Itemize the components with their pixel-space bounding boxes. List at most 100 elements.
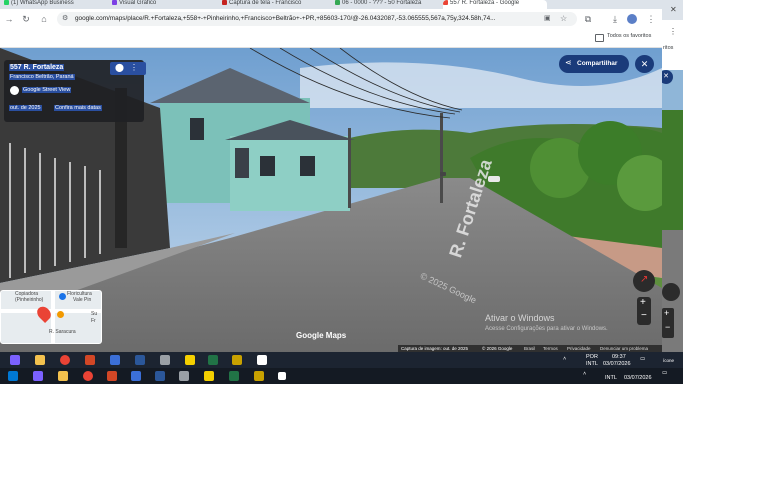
bookmarks-bar: Todos os favoritos	[0, 29, 662, 48]
reload-button[interactable]: ↻	[20, 13, 32, 25]
menu-dots-icon[interactable]: ⋮	[130, 63, 138, 72]
bookmark-star-icon[interactable]: ☆	[560, 12, 567, 26]
excel-icon[interactable]	[229, 371, 239, 381]
activate-windows-subtitle: Acesse Configurações para ativar o Windo…	[485, 326, 608, 332]
tray-chevron-icon[interactable]: ˄	[563, 356, 566, 362]
all-bookmarks-link[interactable]: Todos os favoritos	[607, 33, 651, 39]
report-problem-link[interactable]: Denunciar um problema	[600, 346, 648, 351]
maps-icon	[443, 0, 448, 5]
close-icon[interactable]: ✕	[670, 5, 677, 14]
tab-maps-active[interactable]: 557 R. Fortaleza - Google	[443, 0, 547, 9]
language-indicator[interactable]: POR	[586, 354, 598, 360]
google-logo-icon	[10, 86, 19, 95]
location-menu[interactable]: ⬤ ⋮	[110, 62, 146, 75]
browser-toolbar: → ↻ ⌂ ⚙ google.com/maps/place/R.+Fortale…	[0, 9, 662, 29]
zoom-in-button[interactable]: +	[640, 297, 646, 308]
background-street-view: ✕ + −	[662, 70, 683, 355]
compass-button[interactable]: ↗	[633, 270, 655, 292]
map-label: (Pinheirinho)	[15, 297, 44, 303]
tray-chevron-icon[interactable]: ˄	[583, 371, 586, 377]
file-explorer-icon[interactable]	[35, 355, 45, 365]
terms-link[interactable]: Termos	[543, 346, 558, 351]
forward-button[interactable]: →	[3, 13, 15, 25]
tab-label: 557 R. Fortaleza - Google	[450, 0, 520, 7]
tab-strip: (1) WhatsApp Business Visual Grafico Cap…	[0, 0, 683, 9]
address-title: 557 R. Fortaleza	[9, 64, 65, 71]
start-icon[interactable]	[8, 371, 18, 381]
mini-map[interactable]: Copiadora (Pinheirinho) Floricultura Val…	[0, 290, 102, 344]
menu-dots-icon[interactable]: ⋮	[669, 27, 677, 36]
media-icon[interactable]	[254, 371, 264, 381]
close-street-view-button[interactable]: ✕	[635, 55, 654, 73]
privacy-link[interactable]: Privacidade	[567, 346, 591, 351]
address-bar[interactable]: ⚙ google.com/maps/place/R.+Fortaleza,+55…	[57, 12, 577, 26]
compass-button[interactable]	[662, 283, 680, 301]
excel-icon[interactable]	[208, 355, 218, 365]
keyboard-layout[interactable]: INTL	[586, 361, 598, 367]
calculator-icon[interactable]	[131, 371, 141, 381]
taskbar-secondary: ˄ INTL 03/07/2026 ▭	[0, 368, 683, 384]
download-icon[interactable]: ⤓	[609, 13, 621, 25]
install-app-icon[interactable]: ▣	[544, 12, 551, 26]
document-icon[interactable]	[257, 355, 267, 365]
tab-label: 06 - 0000 - ??? - 50 Fortaleza	[342, 0, 422, 7]
keyboard-layout[interactable]: INTL	[605, 375, 617, 381]
country-link[interactable]: Brasil	[524, 346, 535, 351]
notification-icon[interactable]: ▭	[640, 356, 645, 362]
street-view-source: Google Street View	[22, 87, 72, 93]
word-icon[interactable]	[155, 371, 165, 381]
tab-fortaleza-doc[interactable]: 06 - 0000 - ??? - 50 Fortaleza	[335, 0, 435, 9]
whatsapp-icon	[4, 0, 9, 5]
tab-captura[interactable]: Captura de tela - Francisco	[222, 0, 327, 9]
tab-whatsapp[interactable]: (1) WhatsApp Business	[4, 0, 104, 9]
document-icon[interactable]	[278, 372, 286, 380]
copilot-icon[interactable]	[33, 371, 43, 381]
map-label: Fr	[91, 318, 96, 324]
site-info-icon[interactable]: ⚙	[62, 12, 68, 26]
copyright-text: © 2026 Google	[482, 346, 513, 351]
bookmarks-fragment: ritos	[663, 45, 674, 51]
orange-poi-icon	[57, 311, 64, 318]
zoom-out-button[interactable]: −	[641, 310, 647, 321]
powerpoint-icon[interactable]	[107, 371, 117, 381]
map-label: Vale Pin	[73, 297, 92, 303]
chrome-icon[interactable]	[60, 355, 70, 365]
tab-visual[interactable]: Visual Grafico	[112, 0, 212, 9]
map-road	[51, 291, 55, 343]
calculator-icon[interactable]	[110, 355, 120, 365]
taskbar-label: ícone	[663, 358, 675, 363]
more-dates-link[interactable]: Confira mais datas	[54, 105, 102, 111]
share-icon: ⋖	[565, 58, 572, 67]
street-view-canvas[interactable]: 557 R. Fortaleza Francisco Beltrão, Para…	[0, 48, 662, 353]
word-icon[interactable]	[135, 355, 145, 365]
clock-date[interactable]: 03/07/2026	[603, 361, 631, 367]
extensions-icon[interactable]: ⧉	[582, 13, 594, 25]
share-button[interactable]: ⋖ Compartilhar	[559, 55, 629, 73]
zoom-out-button[interactable]: −	[665, 322, 670, 332]
powerpoint-icon[interactable]	[85, 355, 95, 365]
zoom-in-button[interactable]: +	[664, 308, 669, 318]
network-icon[interactable]	[179, 371, 189, 381]
home-button[interactable]: ⌂	[38, 13, 50, 25]
share-label: Compartilhar	[577, 60, 618, 67]
capture-date: out. de 2025	[9, 105, 42, 111]
file-explorer-icon[interactable]	[58, 371, 68, 381]
notes-icon[interactable]	[185, 355, 195, 365]
url-text[interactable]: google.com/maps/place/R.+Fortaleza,+558+…	[75, 12, 545, 26]
notification-icon[interactable]: ▭	[662, 370, 667, 376]
capture-info: Captura de imagem: out. de 2025	[401, 346, 469, 351]
tab-label: (1) WhatsApp Business	[11, 0, 74, 7]
blue-poi-icon	[59, 293, 66, 300]
media-icon[interactable]	[232, 355, 242, 365]
notes-icon[interactable]	[204, 371, 214, 381]
clock-time[interactable]: 09:37	[612, 354, 626, 360]
chrome-icon[interactable]	[83, 371, 93, 381]
network-icon[interactable]	[160, 355, 170, 365]
location-info-card: 557 R. Fortaleza Francisco Beltrão, Para…	[4, 60, 146, 122]
tab-label: Visual Grafico	[119, 0, 157, 7]
activate-windows-title: Ativar o Windows	[485, 313, 555, 323]
profile-avatar[interactable]	[627, 14, 637, 24]
clock-date[interactable]: 03/07/2026	[624, 375, 652, 381]
menu-dots-icon[interactable]: ⋮	[645, 13, 657, 25]
copilot-icon[interactable]	[10, 355, 20, 365]
